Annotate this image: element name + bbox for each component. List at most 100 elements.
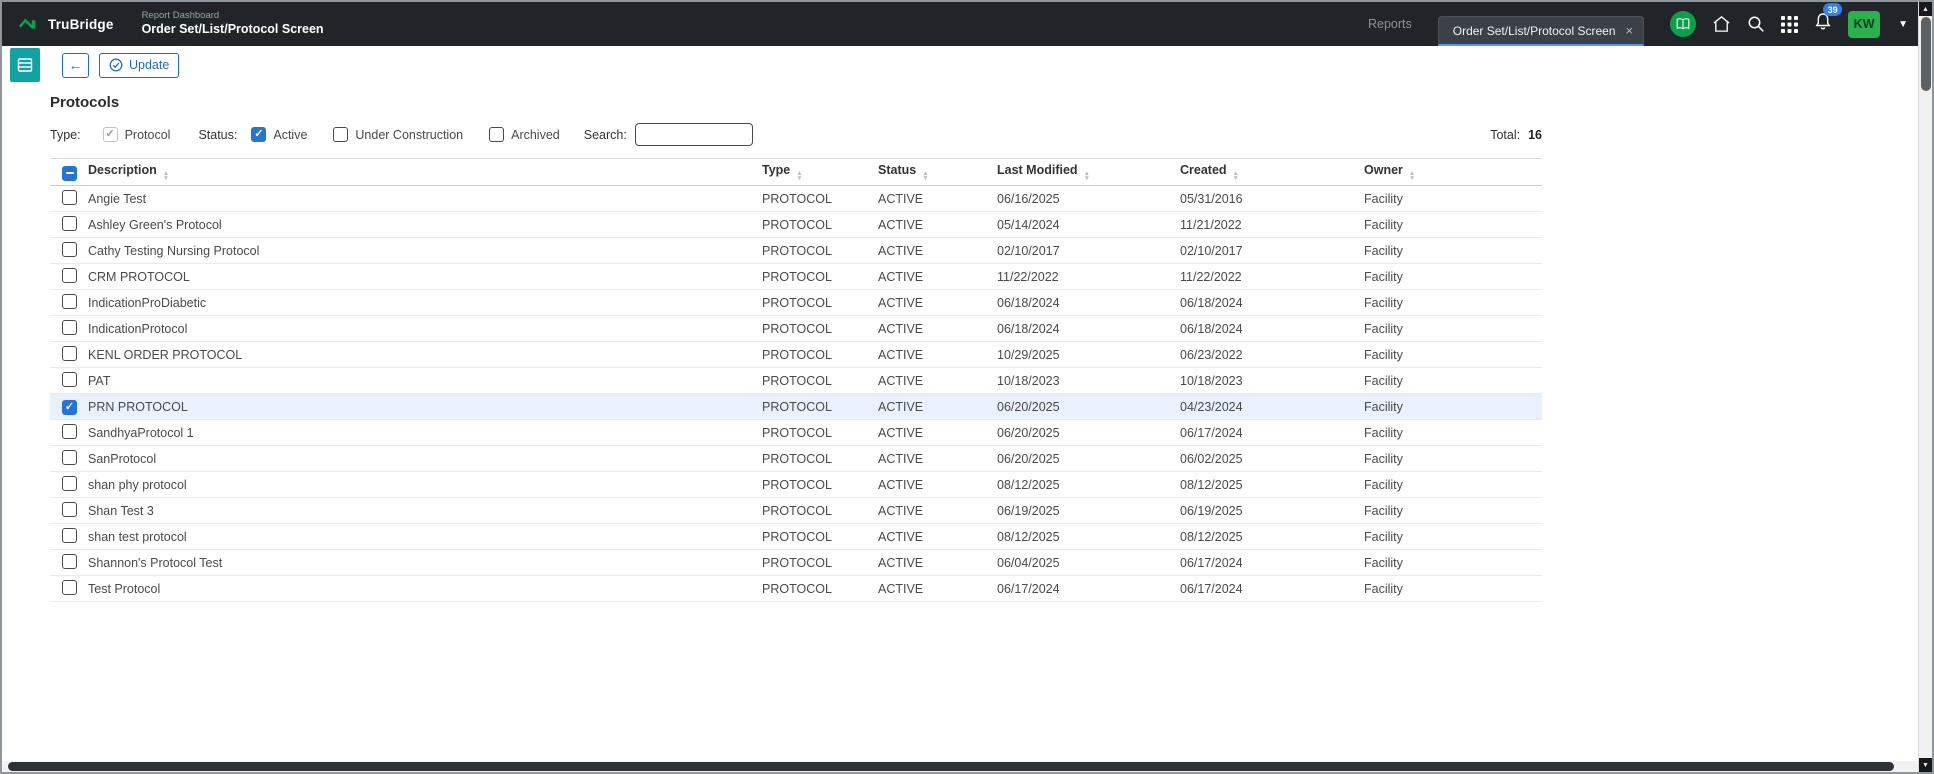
column-header-owner[interactable]: Owner ▲ ▼ — [1364, 158, 1542, 186]
filter-under-construction[interactable]: Under Construction — [333, 127, 463, 142]
table-row[interactable]: Ashley Green's Protocol PROTOCOL ACTIVE … — [50, 211, 1542, 238]
cell-type: PROTOCOL — [762, 523, 878, 550]
home-icon[interactable] — [1712, 15, 1731, 33]
filter-bar: Type: Protocol Status: Active Under Cons… — [50, 123, 1542, 146]
cell-type: PROTOCOL — [762, 341, 878, 368]
table-row[interactable]: PAT PROTOCOL ACTIVE 10/18/2023 10/18/202… — [50, 367, 1542, 394]
scroll-up-arrow-icon[interactable]: ▲ — [1919, 2, 1932, 16]
horizontal-scrollbar-thumb[interactable] — [8, 762, 1894, 771]
archived-checkbox-label: Archived — [511, 127, 560, 142]
cell-description: Shan Test 3 — [88, 497, 762, 524]
knowledge-base-icon[interactable] — [1670, 11, 1697, 37]
cell-description: CRM PROTOCOL — [88, 263, 762, 290]
cell-created: 04/23/2024 — [1180, 393, 1364, 420]
row-checkbox[interactable] — [62, 345, 77, 361]
check-circle-icon — [109, 58, 123, 72]
archived-checkbox[interactable] — [489, 127, 505, 142]
column-header-created[interactable]: Created ▲ ▼ — [1180, 158, 1364, 186]
under-construction-checkbox[interactable] — [333, 127, 349, 142]
select-all-checkbox[interactable] — [62, 165, 77, 181]
table-row[interactable]: shan phy protocol PROTOCOL ACTIVE 08/12/… — [50, 471, 1542, 498]
row-checkbox[interactable] — [62, 553, 77, 569]
column-header-last-modified[interactable]: Last Modified ▲ ▼ — [997, 158, 1180, 186]
cell-status: ACTIVE — [878, 341, 997, 368]
page-title: Order Set/List/Protocol Screen — [141, 22, 324, 37]
cell-owner: Facility — [1364, 237, 1542, 264]
sidebar-panel-icon[interactable] — [10, 48, 40, 82]
cell-type: PROTOCOL — [762, 497, 878, 524]
table-row[interactable]: IndicationProtocol PROTOCOL ACTIVE 06/18… — [50, 315, 1542, 342]
cell-last-modified: 11/22/2022 — [997, 263, 1180, 290]
notifications-bell[interactable]: 39 — [1814, 3, 1843, 36]
chevron-down-icon[interactable]: ▼ — [1898, 19, 1908, 30]
cell-status: ACTIVE — [878, 211, 997, 238]
search-input[interactable] — [634, 123, 753, 146]
table-row[interactable]: Test Protocol PROTOCOL ACTIVE 06/17/2024… — [50, 575, 1542, 602]
apps-grid-icon[interactable] — [1781, 15, 1799, 33]
table-row[interactable]: SandhyaProtocol 1 PROTOCOL ACTIVE 06/20/… — [50, 419, 1542, 446]
table-row[interactable]: CRM PROTOCOL PROTOCOL ACTIVE 11/22/2022 … — [50, 263, 1542, 290]
column-header-status[interactable]: Status ▲ ▼ — [878, 158, 997, 186]
sort-icon: ▲ ▼ — [1232, 170, 1239, 182]
cell-type: PROTOCOL — [762, 289, 878, 316]
table-row[interactable]: Shan Test 3 PROTOCOL ACTIVE 06/19/2025 0… — [50, 497, 1542, 524]
scroll-down-arrow-icon[interactable]: ▼ — [1919, 758, 1932, 772]
cell-last-modified: 08/12/2025 — [997, 471, 1180, 498]
app-window: TruBridge Report Dashboard Order Set/Lis… — [0, 0, 1934, 774]
active-checkbox[interactable] — [251, 127, 267, 142]
row-checkbox[interactable] — [62, 527, 77, 543]
table-row[interactable]: shan test protocol PROTOCOL ACTIVE 08/12… — [50, 523, 1542, 550]
cell-last-modified: 10/29/2025 — [997, 341, 1180, 368]
row-checkbox[interactable] — [62, 215, 77, 231]
toolbar: ← Update — [2, 46, 1932, 84]
row-checkbox[interactable] — [62, 423, 77, 439]
update-button[interactable]: Update — [99, 52, 180, 78]
row-checkbox[interactable] — [62, 319, 77, 335]
header-right: Reports Order Set/List/Protocol Screen ×… — [1368, 2, 1908, 46]
table-row[interactable]: SanProtocol PROTOCOL ACTIVE 06/20/2025 0… — [50, 445, 1542, 472]
cell-description: Shannon's Protocol Test — [88, 549, 762, 576]
total-value: 16 — [1528, 127, 1542, 142]
cell-created: 06/17/2024 — [1180, 575, 1364, 602]
column-header-description[interactable]: Description ▲ ▼ — [88, 158, 762, 186]
search-icon[interactable] — [1747, 15, 1765, 33]
table-header-row: Description ▲ ▼ Type ▲ ▼ Status ▲ ▼ Last Modif… — [50, 158, 1542, 186]
row-checkbox[interactable] — [62, 579, 77, 595]
cell-last-modified: 06/20/2025 — [997, 393, 1180, 420]
table-row[interactable]: KENL ORDER PROTOCOL PROTOCOL ACTIVE 10/2… — [50, 341, 1542, 368]
table-row[interactable]: IndicationProDiabetic PROTOCOL ACTIVE 06… — [50, 289, 1542, 316]
table-row[interactable]: Shannon's Protocol Test PROTOCOL ACTIVE … — [50, 549, 1542, 576]
cell-created: 10/18/2023 — [1180, 367, 1364, 394]
row-checkbox[interactable] — [62, 371, 77, 387]
cell-created: 11/22/2022 — [1180, 263, 1364, 290]
row-checkbox[interactable] — [62, 501, 77, 517]
reports-link[interactable]: Reports — [1368, 17, 1412, 31]
cell-description: Test Protocol — [88, 575, 762, 602]
vertical-scrollbar[interactable]: ▲ ▼ — [1918, 2, 1932, 772]
user-avatar[interactable]: KW — [1848, 10, 1881, 38]
horizontal-scrollbar[interactable] — [2, 761, 1918, 772]
column-header-type[interactable]: Type ▲ ▼ — [762, 158, 878, 186]
cell-created: 06/17/2024 — [1180, 549, 1364, 576]
filter-archived[interactable]: Archived — [489, 127, 560, 142]
status-label: Status: — [198, 127, 238, 142]
filter-active[interactable]: Active — [251, 127, 307, 142]
cell-last-modified: 06/04/2025 — [997, 549, 1180, 576]
row-checkbox[interactable] — [62, 189, 77, 205]
sort-icon: ▲ ▼ — [796, 170, 803, 182]
row-checkbox[interactable] — [62, 399, 77, 415]
vertical-scrollbar-thumb[interactable] — [1921, 17, 1931, 91]
cell-last-modified: 06/17/2024 — [997, 575, 1180, 602]
row-checkbox[interactable] — [62, 241, 77, 257]
table-row[interactable]: Cathy Testing Nursing Protocol PROTOCOL … — [50, 237, 1542, 264]
cell-description: Ashley Green's Protocol — [88, 211, 762, 238]
row-checkbox[interactable] — [62, 267, 77, 283]
tab-close-icon[interactable]: × — [1626, 24, 1634, 37]
table-row[interactable]: Angie Test PROTOCOL ACTIVE 06/16/2025 05… — [50, 185, 1542, 212]
row-checkbox[interactable] — [62, 293, 77, 309]
row-checkbox[interactable] — [62, 449, 77, 465]
row-checkbox[interactable] — [62, 475, 77, 491]
back-button[interactable]: ← — [62, 52, 89, 78]
tab-order-set-list-protocol[interactable]: Order Set/List/Protocol Screen × — [1437, 16, 1645, 46]
table-row[interactable]: PRN PROTOCOL PROTOCOL ACTIVE 06/20/2025 … — [50, 393, 1542, 420]
